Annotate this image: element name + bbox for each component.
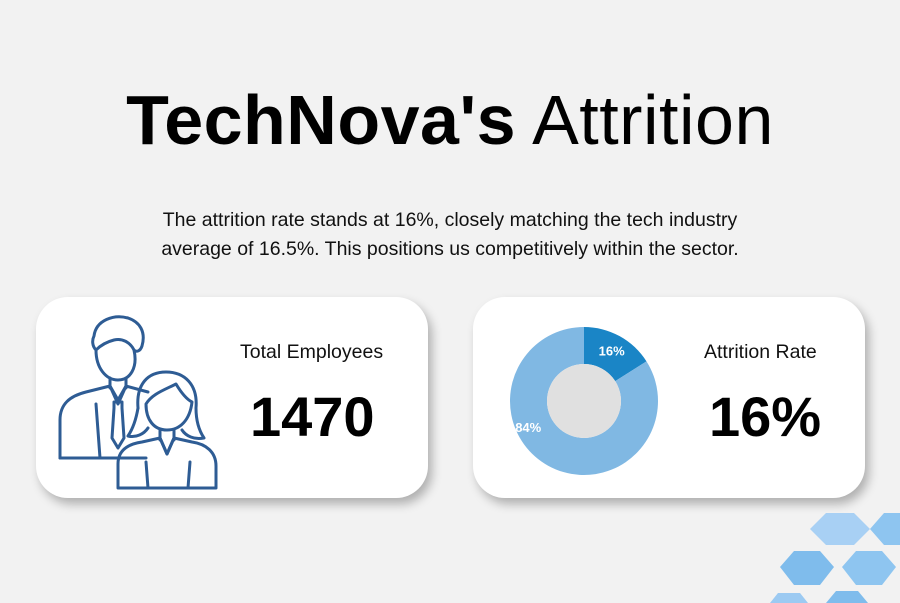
attrition-rate-card: 16% 84% Attrition Rate 16%	[473, 297, 865, 498]
hexagon-3	[780, 551, 834, 585]
donut-label-1: 16%	[599, 344, 625, 359]
donut-hole	[547, 364, 621, 438]
hexagon-6	[826, 591, 868, 603]
hexagon-1	[810, 513, 870, 545]
attrition-rate-label: Attrition Rate	[704, 341, 817, 363]
total-employees-label: Total Employees	[240, 341, 384, 363]
page-title: TechNova's Attrition	[0, 78, 900, 162]
title-bold: TechNova's	[126, 81, 517, 159]
donut-label-2: 84%	[515, 420, 541, 435]
attrition-donut-chart: 16% 84%	[510, 327, 658, 475]
total-employees-card: Total Employees 1470	[36, 297, 428, 498]
people-icon	[58, 315, 218, 490]
hexagon-4	[842, 551, 896, 585]
attrition-rate-value: 16%	[709, 385, 822, 448]
total-employees-value: 1470	[250, 385, 375, 448]
hexagon-5	[770, 593, 808, 603]
hexagon-2	[870, 513, 900, 545]
summary-line-2: average of 16.5%. This positions us comp…	[161, 238, 739, 260]
summary-line-1: The attrition rate stands at 16%, closel…	[162, 209, 738, 231]
summary-text: The attrition rate stands at 16%, closel…	[0, 206, 900, 264]
hexagon-decoration	[770, 513, 900, 603]
title-light: Attrition	[532, 81, 774, 159]
